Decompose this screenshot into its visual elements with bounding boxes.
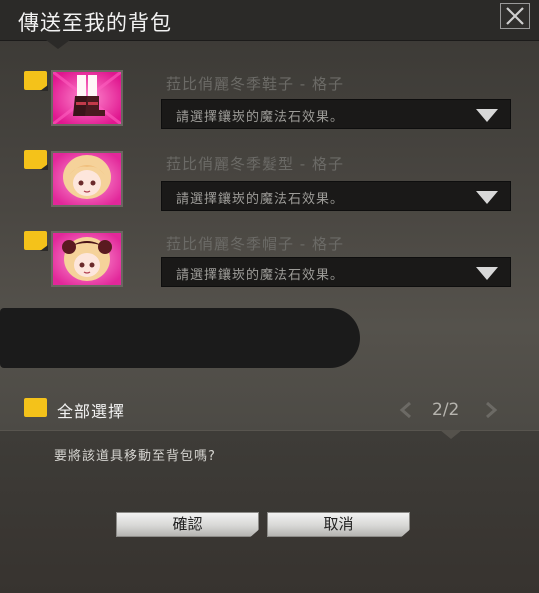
item-name: 菈比俏麗冬季鞋子 - 格子 (166, 75, 344, 93)
item-checkbox[interactable] (24, 71, 47, 90)
select-placeholder: 請選擇鑲崁的魔法石效果。 (176, 192, 345, 207)
close-button[interactable] (500, 3, 530, 29)
magic-stone-select[interactable]: 請選擇鑲崁的魔法石效果。 (161, 181, 511, 211)
item-name: 菈比俏麗冬季帽子 - 格子 (166, 235, 344, 253)
dropdown-arrow-icon (476, 109, 498, 122)
panel-notch (440, 430, 462, 439)
confirm-button[interactable]: 確認 (116, 512, 259, 537)
select-placeholder: 請選擇鑲崁的魔法石效果。 (176, 110, 345, 125)
select-placeholder: 請選擇鑲崁的魔法石效果。 (176, 268, 345, 283)
title-bar: 傳送至我的背包 (0, 0, 539, 41)
magic-stone-select[interactable]: 請選擇鑲崁的魔法石效果。 (161, 99, 511, 129)
magic-stone-select[interactable]: 請選擇鑲崁的魔法石效果。 (161, 257, 511, 287)
dropdown-arrow-icon (476, 267, 498, 280)
dialog-title: 傳送至我的背包 (18, 11, 172, 35)
confirm-question: 要將該道具移動至背包嗎? (54, 449, 216, 464)
previous-page-button[interactable] (396, 400, 416, 420)
next-page-button[interactable] (481, 400, 501, 420)
hairstyle-icon (51, 151, 123, 207)
chevron-left-icon (399, 401, 411, 419)
select-all-label: 全部選擇 (57, 402, 126, 421)
item-row-shoes: 菈比俏麗冬季鞋子 - 格子 請選擇鑲崁的魔法石效果。 (0, 68, 539, 138)
page-indicator: 2/2 (432, 400, 460, 420)
cancel-button[interactable]: 取消 (267, 512, 410, 537)
shoes-icon (51, 70, 123, 126)
title-notch (46, 40, 70, 49)
redacted-area (0, 308, 360, 368)
item-row-hat: 菈比俏麗冬季帽子 - 格子 請選擇鑲崁的魔法石效果。 (0, 228, 539, 298)
dropdown-arrow-icon (476, 191, 498, 204)
transfer-dialog: 傳送至我的背包 菈比俏麗冬季鞋子 - 格子 請選擇鑲崁的魔法石效果。 菈比俏麗冬… (0, 0, 539, 593)
chevron-right-icon (486, 401, 498, 419)
select-all-checkbox[interactable] (24, 398, 47, 417)
item-checkbox[interactable] (24, 150, 47, 169)
hat-icon (51, 231, 123, 287)
item-checkbox[interactable] (24, 231, 47, 250)
close-icon (506, 7, 524, 25)
item-row-hairstyle: 菈比俏麗冬季髮型 - 格子 請選擇鑲崁的魔法石效果。 (0, 148, 539, 218)
item-name: 菈比俏麗冬季髮型 - 格子 (166, 155, 344, 173)
